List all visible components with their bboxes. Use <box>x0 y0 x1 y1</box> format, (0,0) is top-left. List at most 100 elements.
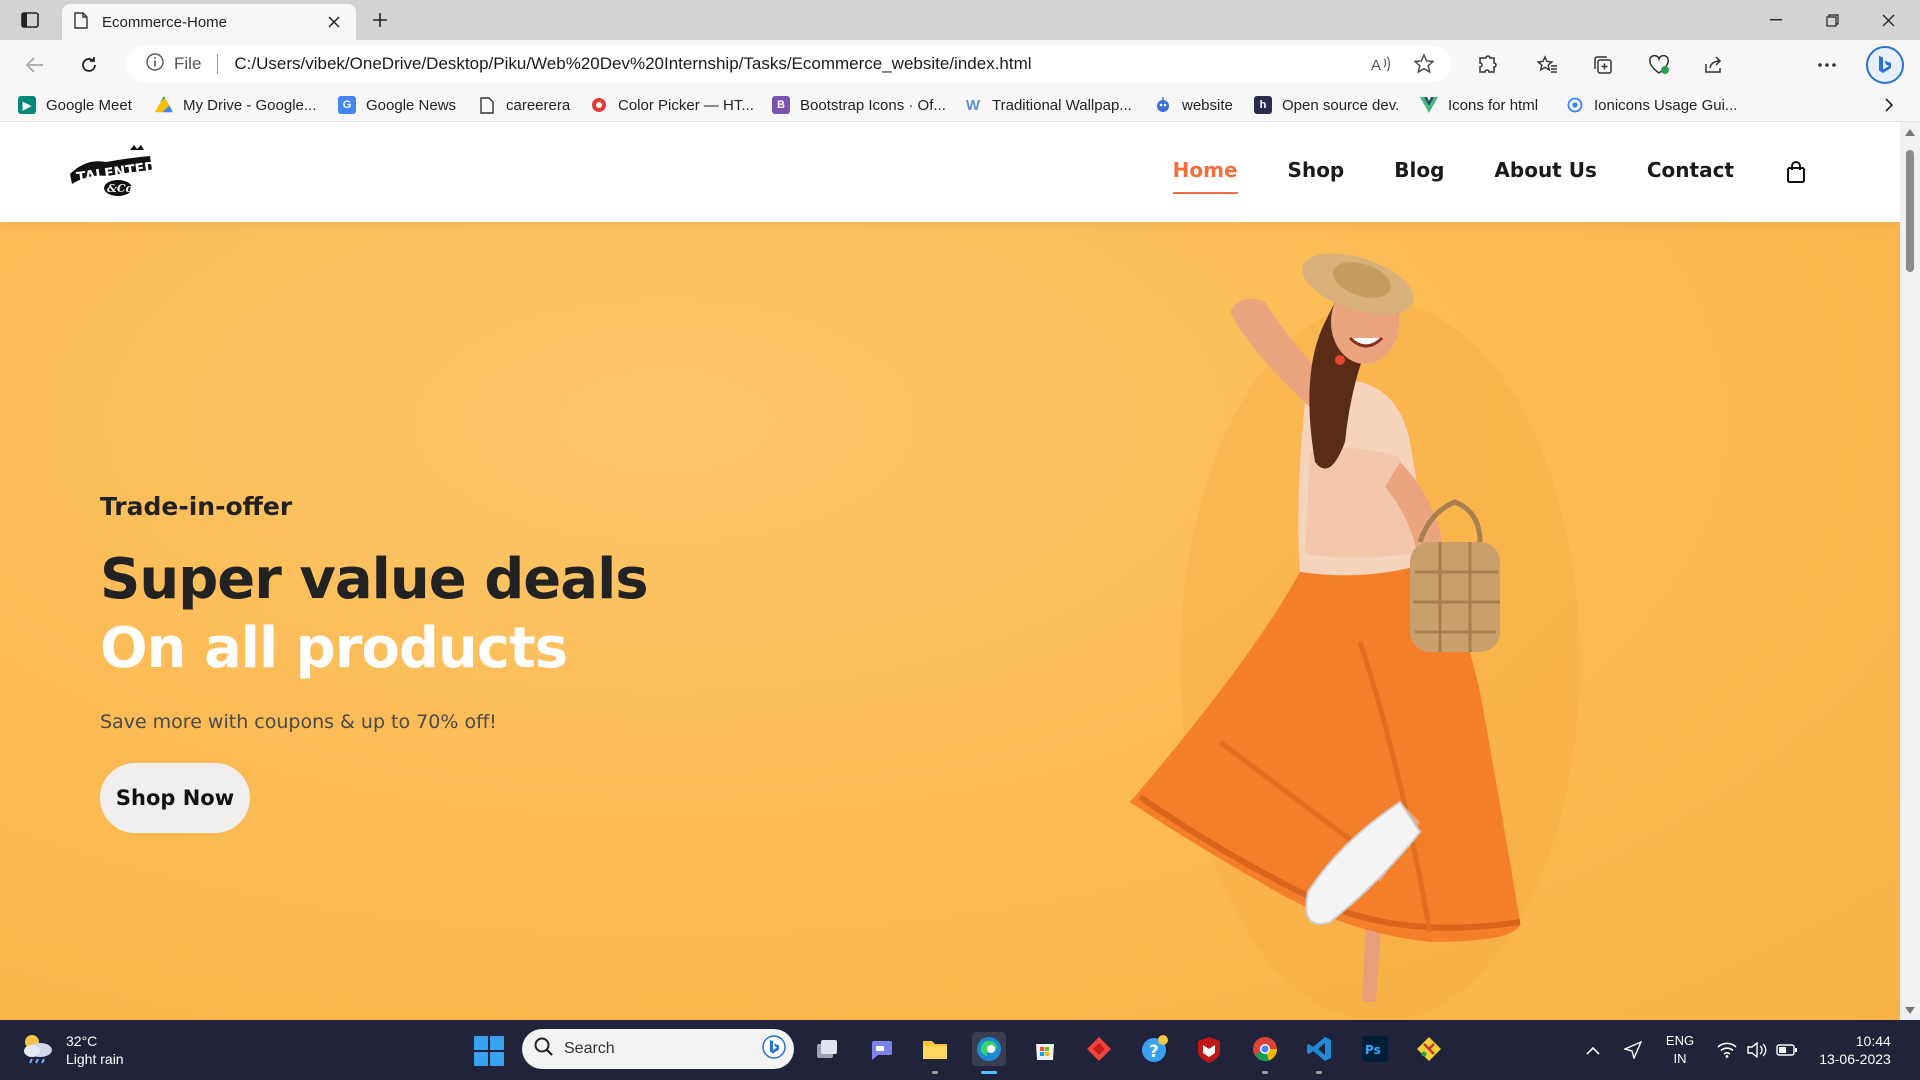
volume-icon[interactable] <box>1744 1020 1770 1080</box>
bing-icon <box>762 1035 786 1063</box>
scrollbar-thumb[interactable] <box>1906 150 1914 272</box>
hero-section: Trade-in-offer Super value deals On all … <box>0 222 1900 1020</box>
teams-chat-icon[interactable] <box>864 1032 898 1066</box>
page-viewport: TALENTED &Co. Home Shop Blog About Us Co… <box>0 122 1900 1020</box>
google-news-icon: G <box>338 96 356 114</box>
page-icon <box>74 11 88 33</box>
taskbar-search-box[interactable]: Search <box>522 1029 794 1069</box>
search-placeholder: Search <box>564 1040 615 1057</box>
file-explorer-icon[interactable] <box>918 1032 952 1074</box>
clock-time: 10:44 <box>1855 1033 1891 1049</box>
bookmark-traditional-wallpaper[interactable]: W Traditional Wallpap... <box>964 94 1132 116</box>
running-indicator <box>932 1071 938 1074</box>
close-tab-icon[interactable] <box>324 12 344 32</box>
photoshop-icon[interactable]: Ps <box>1358 1032 1392 1066</box>
anydesk-icon[interactable] <box>1082 1032 1116 1066</box>
language-code: ENG <box>1665 1033 1695 1048</box>
bookmark-google-news[interactable]: G Google News <box>338 94 456 116</box>
weather-widget[interactable]: 32°C Light rain <box>20 1030 124 1070</box>
mcafee-icon[interactable] <box>1192 1032 1226 1066</box>
hero-headline: Super value deals <box>100 547 649 612</box>
bookmark-color-picker[interactable]: Color Picker — HT... <box>590 94 754 116</box>
address-divider <box>217 54 219 74</box>
svg-text:Ps: Ps <box>1365 1043 1381 1057</box>
show-hidden-icons-chevron-up-icon[interactable] <box>1580 1020 1606 1080</box>
nav-link-contact[interactable]: Contact <box>1647 158 1734 186</box>
scroll-down-icon[interactable] <box>1904 1004 1916 1016</box>
close-window-button[interactable] <box>1860 0 1916 40</box>
restore-button[interactable] <box>1804 0 1860 40</box>
microsoft-store-icon[interactable] <box>1028 1032 1062 1066</box>
new-tab-button[interactable] <box>366 8 394 32</box>
site-header: TALENTED &Co. Home Shop Blog About Us Co… <box>0 122 1900 222</box>
bookmarks-bar: ▶ Google Meet My Drive - Google... G Goo… <box>0 88 1920 122</box>
nav-link-shop[interactable]: Shop <box>1288 158 1345 186</box>
bookmark-icons-for-html[interactable]: Icons for html <box>1420 94 1538 116</box>
weather-description: Light rain <box>66 1051 124 1067</box>
svg-text:&Co.: &Co. <box>107 182 137 195</box>
extensions-icon[interactable] <box>1472 50 1502 80</box>
bookmark-bootstrap-icons[interactable]: B Bootstrap Icons · Of... <box>772 94 946 116</box>
nav-link-about-us[interactable]: About Us <box>1494 158 1596 186</box>
url-text[interactable]: C:/Users/vibek/OneDrive/Desktop/Piku/Web… <box>234 54 1368 74</box>
battery-icon[interactable] <box>1774 1020 1800 1080</box>
bookmark-careerera[interactable]: careerera <box>478 94 570 116</box>
bing-copilot-icon[interactable] <box>1866 46 1904 84</box>
info-icon[interactable] <box>146 53 164 75</box>
tab-title: Ecommerce-Home <box>102 13 228 31</box>
scroll-up-icon[interactable] <box>1904 126 1916 138</box>
browser-tab[interactable]: Ecommerce-Home <box>62 4 356 40</box>
collections-icon[interactable] <box>1588 50 1618 80</box>
task-view-icon[interactable] <box>810 1032 844 1066</box>
more-options-icon[interactable] <box>1812 50 1842 80</box>
address-bar-row: File C:/Users/vibek/OneDrive/Desktop/Pik… <box>0 40 1920 118</box>
chrome-icon[interactable] <box>1248 1032 1282 1074</box>
hero-headline-highlight: On all products <box>100 616 568 681</box>
wifi-icon[interactable] <box>1714 1020 1740 1080</box>
search-icon <box>534 1037 554 1061</box>
browser-essentials-icon[interactable] <box>1644 50 1674 80</box>
svg-text:?: ? <box>1149 1042 1159 1062</box>
address-field[interactable]: File C:/Users/vibek/OneDrive/Desktop/Pik… <box>126 46 1452 82</box>
bookmark-open-source-dev[interactable]: h Open source dev. <box>1254 94 1399 116</box>
hero-model-image <box>1100 242 1580 1020</box>
page-scrollbar[interactable] <box>1900 122 1920 1020</box>
help-icon[interactable]: ? <box>1138 1032 1172 1066</box>
shop-now-button[interactable]: Shop Now <box>100 763 250 833</box>
hero-subtitle: Save more with coupons & up to 70% off! <box>100 711 497 733</box>
clock-date: 13-06-2023 <box>1819 1051 1891 1067</box>
refresh-button[interactable] <box>74 50 104 80</box>
nav-link-home[interactable]: Home <box>1172 158 1238 194</box>
back-button[interactable] <box>20 50 50 80</box>
share-icon[interactable] <box>1698 50 1728 80</box>
bookmark-google-meet[interactable]: ▶ Google Meet <box>18 94 132 116</box>
bookmark-my-drive[interactable]: My Drive - Google... <box>155 94 316 116</box>
input-language-indicator[interactable]: ENG IN <box>1660 1020 1700 1080</box>
edge-browser-icon[interactable] <box>972 1032 1006 1074</box>
hashnode-icon: h <box>1254 96 1272 114</box>
chevron-right-icon[interactable] <box>1878 94 1900 116</box>
hero-kicker: Trade-in-offer <box>100 492 293 521</box>
tab-actions-icon[interactable] <box>16 8 44 32</box>
google-drive-icon <box>155 96 173 113</box>
windows-start-icon[interactable] <box>474 1036 504 1066</box>
favorites-icon[interactable] <box>1532 50 1562 80</box>
system-clock[interactable]: 10:44 13-06-2023 <box>1810 1020 1900 1080</box>
git-icon[interactable] <box>1412 1032 1446 1066</box>
favorite-star-icon[interactable] <box>1410 50 1438 78</box>
nav-link-blog[interactable]: Blog <box>1394 158 1444 186</box>
running-indicator <box>981 1071 997 1074</box>
vscode-icon[interactable] <box>1302 1032 1336 1074</box>
windows-taskbar: 32°C Light rain Search ? Ps ENG IN 10:44… <box>0 1020 1920 1080</box>
bookmark-website[interactable]: website <box>1154 94 1233 116</box>
brand-logo[interactable]: TALENTED &Co. <box>66 144 162 198</box>
minimize-button[interactable] <box>1748 0 1804 40</box>
color-picker-icon <box>590 96 608 114</box>
bookmark-ionicons[interactable]: Ionicons Usage Gui... <box>1566 94 1737 116</box>
shopping-bag-icon[interactable] <box>1784 160 1808 184</box>
read-aloud-icon[interactable]: A <box>1368 50 1396 78</box>
svg-text:A: A <box>1371 57 1381 73</box>
page-icon <box>478 96 496 114</box>
running-indicator <box>1262 1071 1268 1074</box>
location-icon[interactable] <box>1620 1020 1646 1080</box>
